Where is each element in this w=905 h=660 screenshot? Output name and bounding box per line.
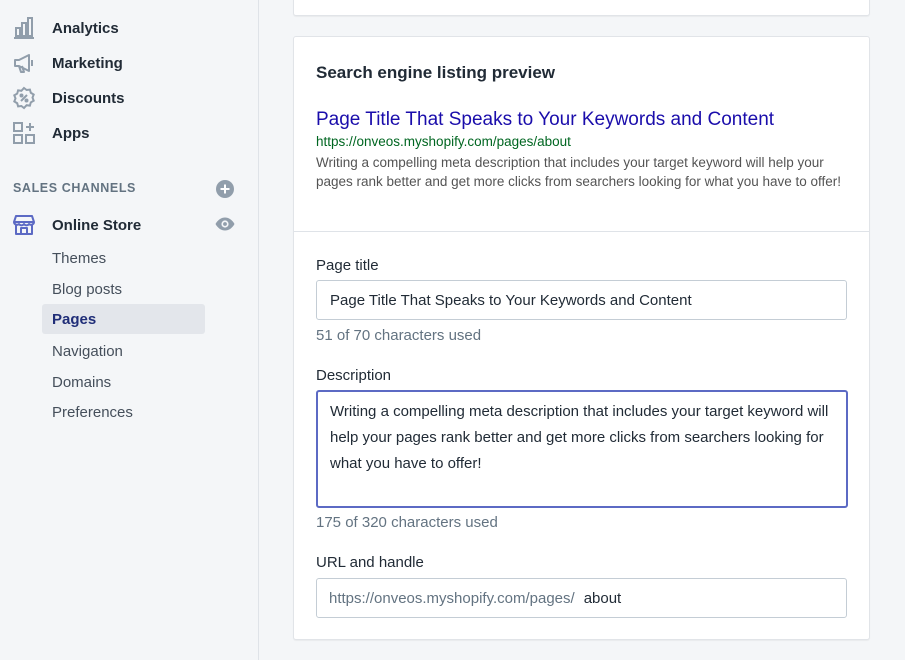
sales-channels-heading: SALES CHANNELS <box>13 181 136 195</box>
sidebar-item-label: Discounts <box>52 89 125 107</box>
url-handle-input[interactable] <box>574 580 846 616</box>
seo-card-title: Search engine listing preview <box>316 63 556 82</box>
section-divider <box>294 231 869 232</box>
sidebar-subitem-domains[interactable]: Domains <box>42 367 205 397</box>
sidebar-subitem-themes[interactable]: Themes <box>42 243 205 273</box>
view-online-store-button[interactable] <box>214 213 236 235</box>
sidebar-subitem-pages[interactable]: Pages <box>42 304 205 334</box>
sidebar-item-label: Online Store <box>52 216 142 234</box>
description-char-count: 175 of 320 characters used <box>316 514 498 531</box>
previous-card <box>293 0 870 16</box>
sidebar-subitem-navigation[interactable]: Navigation <box>42 336 205 366</box>
seo-card: Search engine listing preview Page Title… <box>293 36 870 640</box>
url-handle-label: URL and handle <box>316 554 424 571</box>
page-title-char-count: 51 of 70 characters used <box>316 327 482 344</box>
discount-badge-icon <box>12 86 36 110</box>
description-label: Description <box>316 367 392 384</box>
store-icon <box>12 213 36 237</box>
sidebar-item-label: Analytics <box>52 19 119 37</box>
app-root: Analytics Marketing Discounts Apps SALES… <box>0 0 905 660</box>
sidebar-item-discounts[interactable]: Discounts <box>0 82 259 114</box>
sidebar-item-analytics[interactable]: Analytics <box>0 12 259 44</box>
sidebar: Analytics Marketing Discounts Apps SALES… <box>0 0 259 660</box>
seo-preview-description: Writing a compelling meta description th… <box>316 155 842 189</box>
sidebar-item-marketing[interactable]: Marketing <box>0 47 259 79</box>
sidebar-item-apps[interactable]: Apps <box>0 117 259 149</box>
seo-preview-url: https://onveos.myshopify.com/pages/about <box>316 134 571 149</box>
eye-icon <box>215 217 235 231</box>
plus-circle-icon <box>216 180 234 198</box>
sidebar-subitem-blog-posts[interactable]: Blog posts <box>42 274 205 304</box>
description-textarea[interactable]: Writing a compelling meta description th… <box>316 390 848 508</box>
page-title-label: Page title <box>316 257 379 274</box>
analytics-icon <box>12 16 36 40</box>
seo-preview-title[interactable]: Page Title That Speaks to Your Keywords … <box>316 109 774 131</box>
url-prefix: https://onveos.myshopify.com/pages/ <box>329 589 575 607</box>
url-handle-field[interactable]: https://onveos.myshopify.com/pages/ <box>316 578 847 618</box>
page-title-input[interactable] <box>316 280 847 320</box>
sidebar-item-label: Apps <box>52 124 90 142</box>
add-sales-channel-button[interactable] <box>215 179 235 199</box>
sidebar-item-label: Marketing <box>52 54 123 72</box>
apps-grid-icon <box>12 121 36 145</box>
sidebar-subitem-preferences[interactable]: Preferences <box>42 397 205 427</box>
megaphone-icon <box>12 51 36 75</box>
